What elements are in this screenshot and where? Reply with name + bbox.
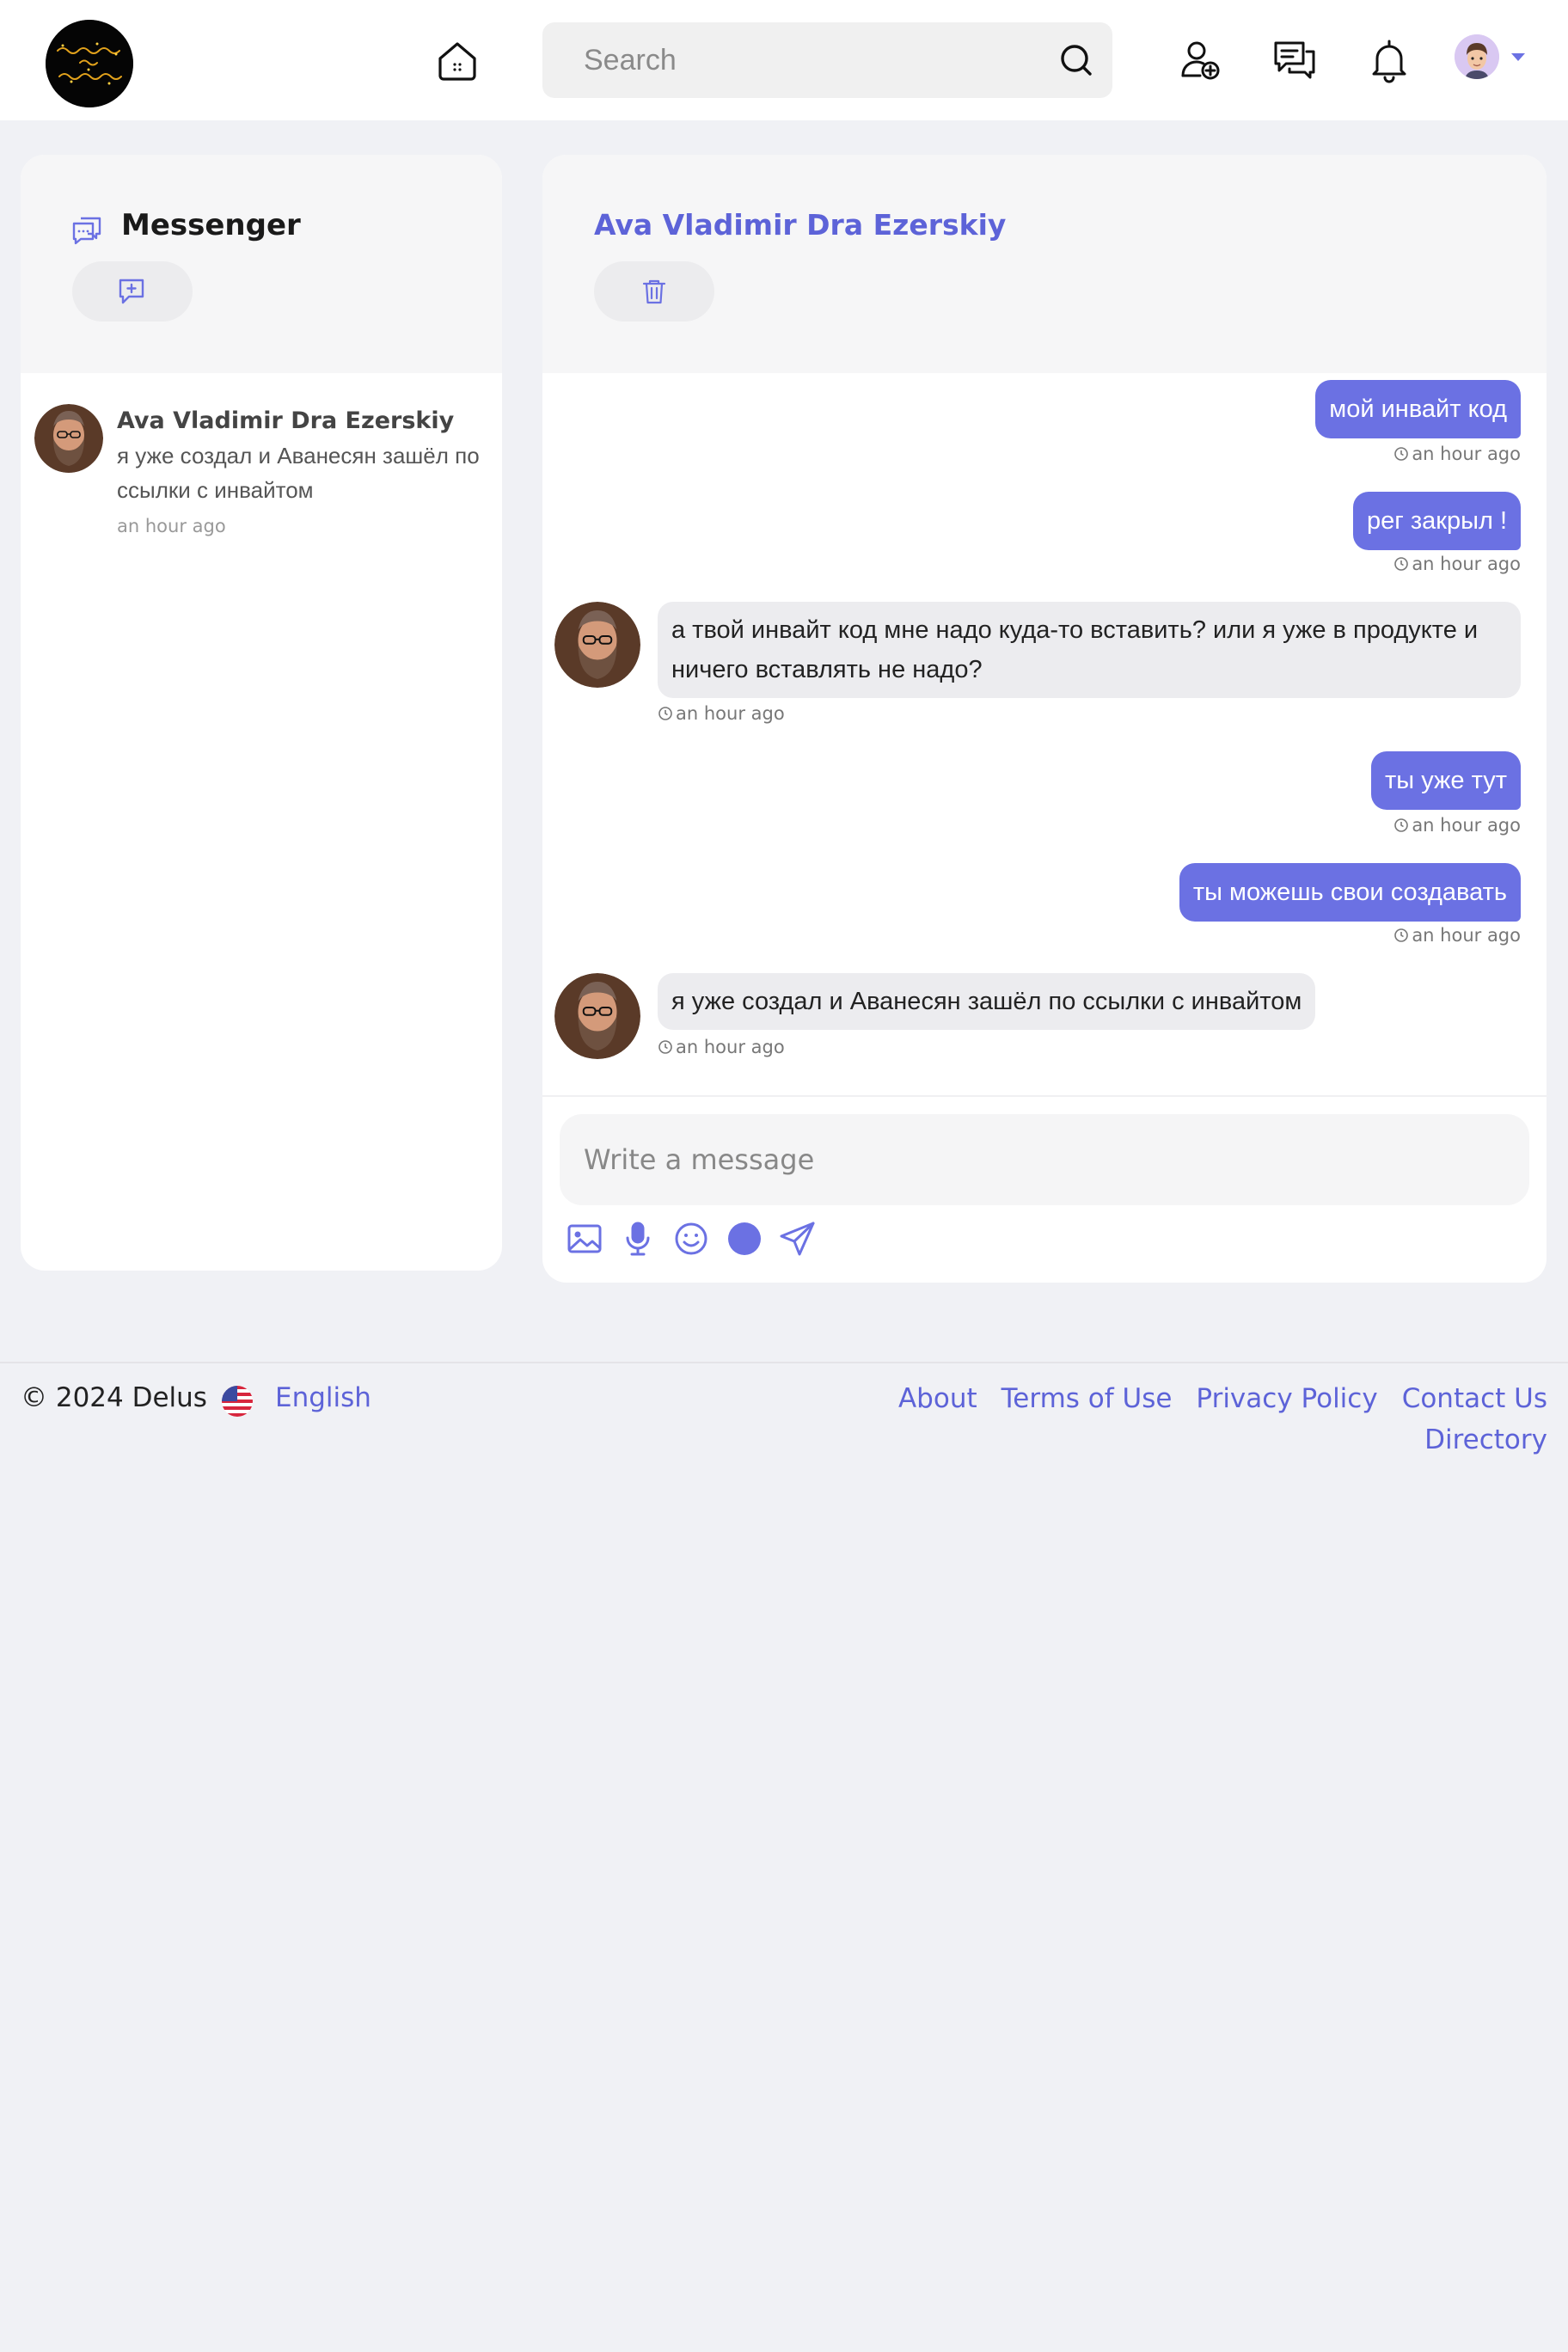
conversation-item[interactable]: Ava Vladimir Dra Ezerskiy я уже создал и… xyxy=(21,404,502,536)
message-time-text: an hour ago xyxy=(676,1037,785,1057)
site-logo[interactable] xyxy=(46,20,133,107)
footer-divider xyxy=(0,1362,1568,1363)
chat-panel: Ava Vladimir Dra Ezerskiy мой инвайт код… xyxy=(542,155,1547,1283)
bell-icon[interactable] xyxy=(1363,34,1415,86)
message-time: an hour ago xyxy=(658,1037,785,1057)
message-time: an hour ago xyxy=(1393,444,1521,464)
add-friend-icon[interactable] xyxy=(1174,34,1226,86)
chat-header: Ava Vladimir Dra Ezerskiy xyxy=(542,155,1547,373)
clock-icon xyxy=(1394,818,1409,832)
message-time-text: an hour ago xyxy=(1412,815,1521,836)
message-time-text: an hour ago xyxy=(1412,925,1521,946)
message-time-text: an hour ago xyxy=(676,703,785,724)
clock-icon xyxy=(1394,447,1409,461)
message-composer[interactable] xyxy=(560,1114,1529,1205)
clock-icon xyxy=(658,1040,672,1054)
caret-down-icon[interactable] xyxy=(1511,53,1525,61)
clock-icon xyxy=(1394,928,1409,942)
message-time-text: an hour ago xyxy=(1412,554,1521,574)
footer-link-privacy[interactable]: Privacy Policy xyxy=(1196,1381,1377,1417)
send-icon[interactable] xyxy=(778,1219,818,1259)
chat-contact-name[interactable]: Ava Vladimir Dra Ezerskiy xyxy=(594,208,1006,242)
avatar[interactable] xyxy=(1455,34,1499,79)
image-icon[interactable] xyxy=(565,1219,604,1259)
conversations-panel: Messenger Ava Vladimir Dra Ezerskiy я уж… xyxy=(21,155,502,1271)
message-time: an hour ago xyxy=(1393,815,1521,836)
clock-icon xyxy=(1394,557,1409,571)
microphone-icon[interactable] xyxy=(618,1219,658,1259)
composer-divider xyxy=(542,1095,1547,1097)
emoji-icon[interactable] xyxy=(671,1219,711,1259)
search-input[interactable] xyxy=(542,22,1058,98)
search-bar[interactable] xyxy=(542,22,1112,98)
footer-link-about[interactable]: About xyxy=(898,1381,977,1417)
contact-avatar xyxy=(554,602,640,688)
contact-avatar xyxy=(554,973,640,1059)
footer-links: About Terms of Use Privacy Policy Contac… xyxy=(894,1381,1547,1458)
conversation-time: an hour ago xyxy=(117,516,226,536)
message-bubble-outgoing: ты можешь свои создавать xyxy=(1179,863,1521,922)
search-icon[interactable] xyxy=(1057,41,1095,79)
us-flag-icon[interactable] xyxy=(222,1386,253,1417)
message-time: an hour ago xyxy=(658,703,785,724)
conversation-name: Ava Vladimir Dra Ezerskiy xyxy=(117,407,455,434)
new-message-button[interactable] xyxy=(72,261,193,322)
messages-icon[interactable] xyxy=(1269,34,1320,86)
footer-link-contact[interactable]: Contact Us xyxy=(1402,1381,1547,1417)
message-time: an hour ago xyxy=(1393,554,1521,574)
conversation-preview: я уже создал и Аванесян зашёл по ссылки … xyxy=(117,443,480,503)
message-bubble-incoming: я уже создал и Аванесян зашёл по ссылки … xyxy=(658,973,1316,1030)
home-icon[interactable] xyxy=(432,34,483,86)
footer-link-terms[interactable]: Terms of Use xyxy=(1001,1381,1173,1417)
message-input[interactable] xyxy=(560,1114,1529,1205)
message-time-text: an hour ago xyxy=(1412,444,1521,464)
copyright-text: © 2024 Delus xyxy=(21,1382,207,1413)
contact-avatar xyxy=(34,404,103,473)
message-bubble-outgoing: рег закрыл ! xyxy=(1352,492,1521,550)
messenger-icon xyxy=(72,217,101,245)
message-bubble-outgoing: мой инвайт код xyxy=(1315,380,1521,438)
trash-icon xyxy=(642,279,666,304)
new-chat-icon xyxy=(119,279,144,304)
language-selector[interactable]: English xyxy=(275,1382,371,1413)
message-bubble-outgoing: ты уже тут xyxy=(1371,751,1521,810)
record-icon[interactable] xyxy=(725,1219,764,1259)
top-navbar xyxy=(0,0,1568,120)
message-time: an hour ago xyxy=(1393,925,1521,946)
clock-icon xyxy=(658,707,672,720)
delete-conversation-button[interactable] xyxy=(594,261,714,322)
conversations-header: Messenger xyxy=(21,155,502,373)
footer-link-directory[interactable]: Directory xyxy=(1424,1422,1547,1458)
messenger-title: Messenger xyxy=(121,208,301,242)
message-bubble-incoming: а твой инвайт код мне надо куда-то встав… xyxy=(658,602,1521,698)
